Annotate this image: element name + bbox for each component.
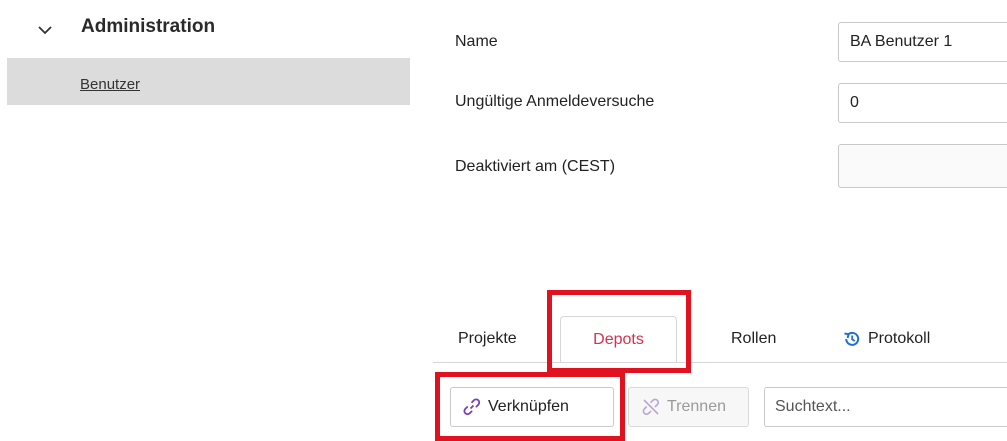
tab-rollen[interactable]: Rollen bbox=[731, 316, 776, 362]
tab-label: Projekte bbox=[458, 330, 517, 347]
depots-tab-highlight bbox=[547, 290, 691, 373]
sidebar-item-benutzer[interactable]: Benutzer bbox=[7, 58, 410, 105]
tab-label: Protokoll bbox=[868, 330, 931, 347]
invalid-login-attempts-field[interactable]: 0 bbox=[838, 83, 1007, 123]
link-button-highlight bbox=[435, 372, 625, 441]
history-icon bbox=[843, 330, 861, 348]
invalid-login-attempts-label: Ungültige Anmeldeversuche bbox=[455, 93, 655, 110]
name-label: Name bbox=[455, 33, 498, 50]
unlink-icon bbox=[641, 397, 661, 417]
sidebar: Administration Benutzer bbox=[0, 0, 410, 441]
unlink-button-label: Trennen bbox=[667, 398, 726, 415]
sidebar-group-label: Administration bbox=[81, 16, 216, 37]
deactivated-at-field[interactable] bbox=[838, 144, 1007, 188]
sidebar-group-administration[interactable]: Administration bbox=[7, 0, 410, 58]
tab-label: Rollen bbox=[731, 330, 777, 347]
tab-projekte[interactable]: Projekte bbox=[458, 316, 517, 362]
chevron-down-icon bbox=[37, 22, 53, 38]
tab-protokoll[interactable]: Protokoll bbox=[843, 316, 930, 362]
name-field[interactable]: BA Benutzer 1 bbox=[838, 22, 1007, 62]
sidebar-item-label: Benutzer bbox=[80, 76, 141, 93]
deactivated-at-label: Deaktiviert am (CEST) bbox=[455, 158, 616, 175]
search-input[interactable] bbox=[764, 387, 1007, 427]
unlink-button[interactable]: Trennen bbox=[628, 387, 749, 427]
tab-divider bbox=[433, 362, 1007, 363]
